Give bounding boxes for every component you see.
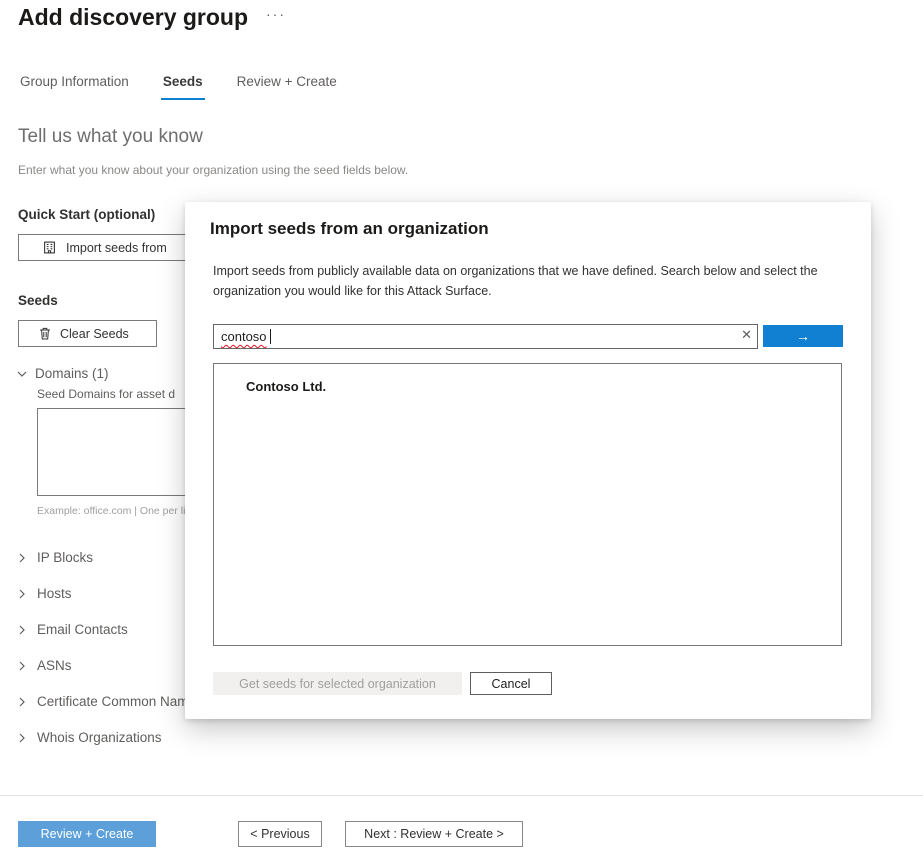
import-seeds-dialog: Import seeds from an organization Import… — [185, 202, 871, 719]
seeds-label: Seeds — [18, 293, 58, 308]
chevron-right-icon — [16, 588, 28, 600]
quick-start-label: Quick Start (optional) — [18, 207, 156, 222]
next-button[interactable]: Next : Review + Create > — [345, 821, 523, 847]
chevron-right-icon — [16, 696, 28, 708]
section-hosts[interactable]: Hosts — [16, 586, 72, 601]
organization-result-item[interactable]: Contoso Ltd. — [214, 364, 841, 394]
section-asns[interactable]: ASNs — [16, 658, 72, 673]
clear-seeds-label: Clear Seeds — [60, 326, 129, 341]
section-label: ASNs — [37, 658, 72, 673]
tab-bar: Group Information Seeds Review + Create — [18, 72, 339, 100]
organization-search-input[interactable]: contoso ✕ — [213, 324, 758, 349]
organization-icon — [43, 241, 56, 254]
clear-search-icon[interactable]: ✕ — [741, 327, 752, 343]
dialog-description: Import seeds from publicly available dat… — [213, 264, 818, 298]
seed-domains-field-label: Seed Domains for asset d — [37, 387, 176, 401]
section-ip-blocks[interactable]: IP Blocks — [16, 550, 93, 565]
section-domains[interactable]: Domains (1) — [16, 366, 109, 381]
section-domains-label: Domains (1) — [35, 366, 109, 381]
section-label: Hosts — [37, 586, 72, 601]
dialog-title: Import seeds from an organization — [210, 219, 489, 238]
review-create-button[interactable]: Review + Create — [18, 821, 156, 847]
search-input-value: contoso — [221, 329, 267, 344]
section-label: Whois Organizations — [37, 730, 162, 745]
seeds-subheading: Enter what you know about your organizat… — [18, 163, 409, 177]
import-seeds-label: Import seeds from — [66, 240, 167, 255]
section-certificate-common-name[interactable]: Certificate Common Name — [16, 694, 196, 709]
section-label: Email Contacts — [37, 622, 128, 637]
seeds-heading: Tell us what you know — [18, 126, 203, 147]
cancel-button[interactable]: Cancel — [470, 672, 552, 695]
get-seeds-button[interactable]: Get seeds for selected organization — [213, 672, 462, 695]
clear-seeds-button[interactable]: Clear Seeds — [18, 320, 157, 347]
section-label: Certificate Common Name — [37, 694, 197, 709]
chevron-right-icon — [16, 624, 28, 636]
section-label: IP Blocks — [37, 550, 94, 565]
arrow-right-icon: → — [796, 328, 810, 344]
chevron-down-icon — [16, 368, 28, 380]
tab-group-information[interactable]: Group Information — [18, 72, 131, 100]
tab-seeds[interactable]: Seeds — [160, 72, 205, 100]
seed-domains-example: Example: office.com | One per line — [37, 505, 198, 517]
chevron-right-icon — [16, 732, 28, 744]
section-whois-organizations[interactable]: Whois Organizations — [16, 730, 162, 745]
page-title: Add discovery group — [18, 4, 249, 30]
chevron-right-icon — [16, 660, 28, 672]
section-email-contacts[interactable]: Email Contacts — [16, 622, 128, 637]
chevron-right-icon — [16, 552, 28, 564]
add-discovery-group-page: Add discovery group ··· Group Informatio… — [0, 0, 923, 862]
footer-divider — [0, 795, 923, 796]
search-submit-button[interactable]: → — [763, 325, 843, 347]
tab-review-create[interactable]: Review + Create — [235, 72, 339, 100]
organization-results-list[interactable]: Contoso Ltd. — [213, 363, 842, 646]
ellipsis-icon: ··· — [266, 6, 286, 22]
previous-button[interactable]: < Previous — [238, 821, 322, 847]
trash-icon — [39, 327, 51, 340]
more-options-button[interactable]: ··· — [266, 6, 286, 22]
text-caret — [270, 329, 271, 344]
